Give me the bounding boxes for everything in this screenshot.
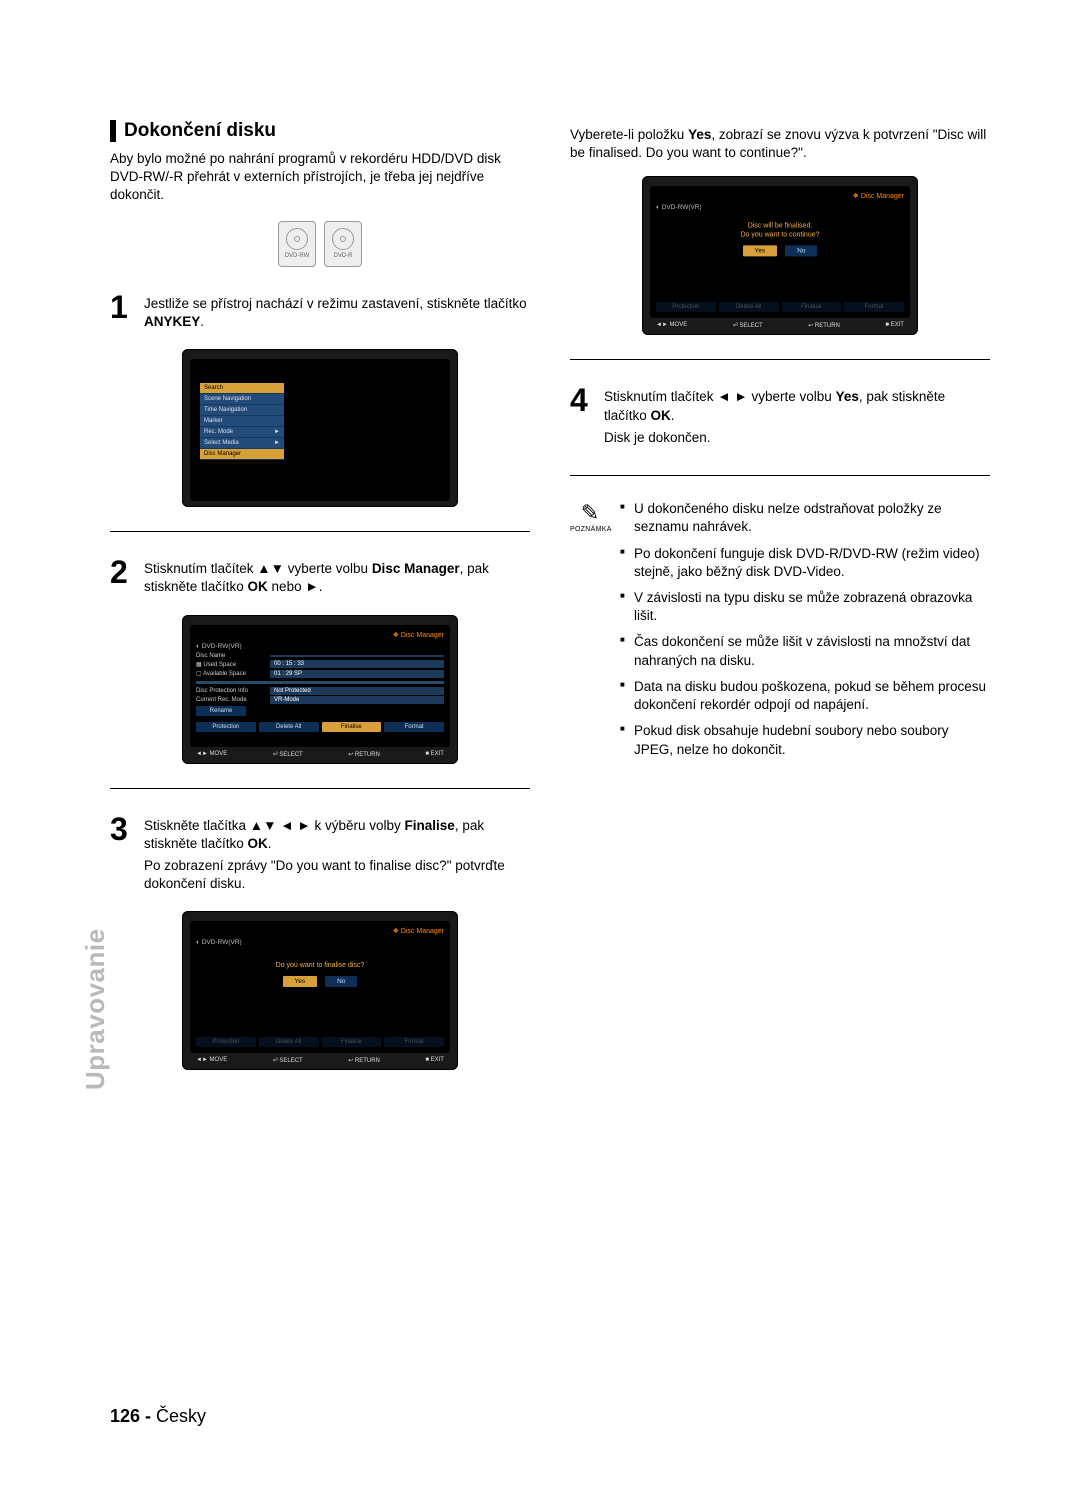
step-body: Jestliže se přístroj nachází v režimu za… xyxy=(144,291,530,335)
osd-button: Delete All xyxy=(259,722,319,732)
osd-screenshot-finalise-confirm: ❖ Disc Manager ◐ DVD-RW(VR) Do you want … xyxy=(182,911,458,1070)
note-item: Po dokončení funguje disk DVD-R/DVD-RW (… xyxy=(620,545,990,581)
divider xyxy=(110,788,530,789)
breadcrumb: ◐ DVD-RW(VR) xyxy=(196,643,444,650)
step-number: 4 xyxy=(570,384,594,451)
heading-bar-icon xyxy=(110,120,116,142)
menu-item: Scene Navigation xyxy=(200,394,284,405)
field-value: VR-Mode xyxy=(270,696,444,704)
note-list: U dokončeného disku nelze odstraňovat po… xyxy=(620,500,990,767)
step-1: 1 Jestliže se přístroj nachází v režimu … xyxy=(110,291,530,335)
step-2: 2 Stisknutím tlačítek ▲▼ vyberte volbu D… xyxy=(110,556,530,600)
heading-text: Dokončení disku xyxy=(124,120,276,142)
osd-screenshot-disc-manager: ❖ Disc Manager ◐ DVD-RW(VR) Disc Name ▦ … xyxy=(182,615,458,764)
step-body: Stiskněte tlačítka ▲▼ ◄ ► k výběru volby… xyxy=(144,813,530,898)
field-value: 01 : 29 SP xyxy=(270,670,444,678)
field-value xyxy=(270,655,444,657)
field-label: ▢ Available Space xyxy=(196,670,266,677)
osd-screenshot-continue-confirm: ❖ Disc Manager ◐ DVD-RW(VR) Disc will be… xyxy=(642,176,918,335)
menu-item: Time Navigation xyxy=(200,405,284,416)
field-label: Current Rec. Mode xyxy=(196,697,266,703)
dialog-yes: Yes xyxy=(283,976,318,987)
dialog-yes: Yes xyxy=(743,246,778,257)
divider xyxy=(110,531,530,532)
step-number: 1 xyxy=(110,291,134,335)
osd-button: Protection xyxy=(196,722,256,732)
dialog-no: No xyxy=(785,246,817,257)
menu-item: Marker xyxy=(200,416,284,427)
field-label: Disc Name xyxy=(196,653,266,659)
field-value: Not Protected xyxy=(270,687,444,695)
dialog-no: No xyxy=(325,976,357,987)
dvd-rw-icon: DVD-RW xyxy=(278,221,316,267)
divider xyxy=(570,359,990,360)
pencil-icon: ✎ xyxy=(570,500,610,526)
note-item: Čas dokončení se může lišit v závislosti… xyxy=(620,633,990,669)
menu-item: Select Media► xyxy=(200,438,284,449)
step-number: 3 xyxy=(110,813,134,898)
step-body: Stisknutím tlačítek ◄ ► vyberte volbu Ye… xyxy=(604,384,990,451)
dvd-r-icon: DVD-R xyxy=(324,221,362,267)
two-column-layout: Dokončení disku Aby bylo možné po nahrán… xyxy=(110,120,990,1090)
note-icon: ✎ POZNÁMKA xyxy=(570,500,610,767)
diamond-icon: ❖ Disc Manager xyxy=(393,631,444,639)
right-column: Vyberete-li položku Yes, zobrazí se znov… xyxy=(570,120,990,1090)
osd-screenshot-anykey-menu: Search Scene Navigation Time Navigation … xyxy=(182,349,458,507)
field-value: 00 : 15 : 33 xyxy=(270,660,444,668)
disc-type-icons: DVD-RW DVD-R xyxy=(110,221,530,267)
step-4: 4 Stisknutím tlačítek ◄ ► vyberte volbu … xyxy=(570,384,990,451)
note-item: Pokud disk obsahuje hudební soubory nebo… xyxy=(620,722,990,758)
note-item: V závislosti na typu disku se může zobra… xyxy=(620,589,990,625)
page: Upravovanie Dokončení disku Aby bylo mož… xyxy=(0,0,1080,1487)
page-footer: 126 - Česky xyxy=(110,1406,206,1427)
osd-button-selected: Finalise xyxy=(322,722,382,732)
menu-item: Search xyxy=(200,383,284,394)
menu-item: Rec. Mode► xyxy=(200,427,284,438)
osd-footer: ◄► MOVE ⏎ SELECT ↩ RETURN ■ EXIT xyxy=(190,747,450,758)
intro-paragraph: Aby bylo možné po nahrání programů v rek… xyxy=(110,150,530,205)
confirm-dialog: Do you want to finalise disc? Yes No xyxy=(230,961,410,987)
note-block: ✎ POZNÁMKA U dokončeného disku nelze ods… xyxy=(570,500,990,767)
osd-button: Format xyxy=(384,722,444,732)
left-column: Dokončení disku Aby bylo možné po nahrán… xyxy=(110,120,530,1090)
menu-item-selected: Disc Manager xyxy=(200,449,284,460)
confirm-dialog: Disc will be finalised.Do you want to co… xyxy=(690,222,870,257)
step-body: Stisknutím tlačítek ▲▼ vyberte volbu Dis… xyxy=(144,556,530,600)
side-tab-label: Upravovanie xyxy=(80,928,111,1090)
usage-bar xyxy=(196,681,444,684)
step-number: 2 xyxy=(110,556,134,600)
step-4-preface: Vyberete-li položku Yes, zobrazí se znov… xyxy=(570,126,990,162)
section-heading: Dokončení disku xyxy=(110,120,530,142)
field-label: ▦ Used Space xyxy=(196,661,266,668)
step-3: 3 Stiskněte tlačítka ▲▼ ◄ ► k výběru vol… xyxy=(110,813,530,898)
divider xyxy=(570,475,990,476)
note-item: Data na disku budou poškozena, pokud se … xyxy=(620,678,990,714)
note-item: U dokončeného disku nelze odstraňovat po… xyxy=(620,500,990,536)
rename-button: Rename xyxy=(196,706,246,716)
anykey-menu: Search Scene Navigation Time Navigation … xyxy=(200,383,284,460)
field-label: Disc Protection Info xyxy=(196,688,266,694)
